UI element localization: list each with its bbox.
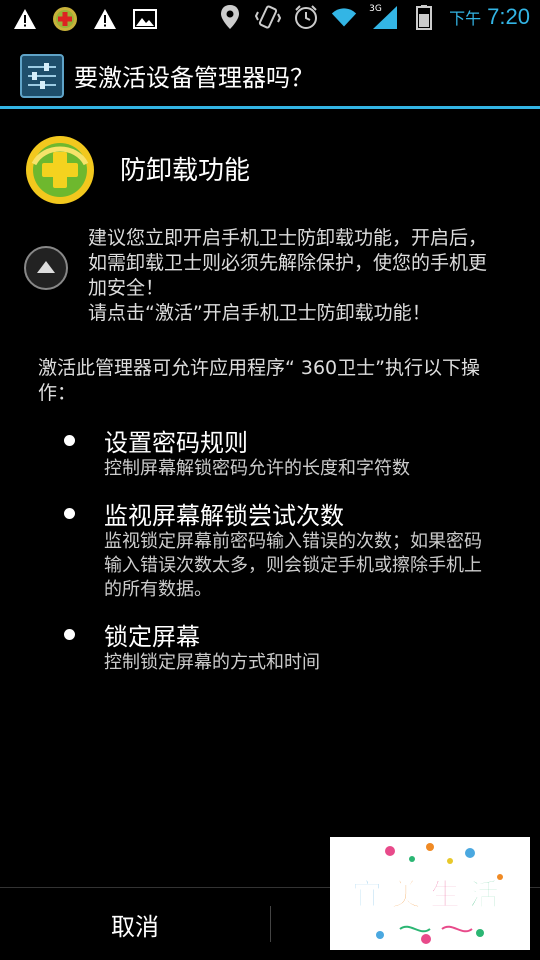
- vibrate-icon: [255, 4, 282, 30]
- policy-title: 监视屏幕解锁尝试次数: [104, 502, 344, 530]
- clock: 下午 7:20: [449, 4, 530, 30]
- policy-description: 控制屏幕解锁密码允许的长度和字符数: [104, 458, 410, 479]
- alarm-icon: [293, 4, 319, 30]
- wifi-icon: [331, 4, 357, 30]
- watermark-char: 活: [469, 878, 499, 913]
- dialog-title-bar: 要激活设备管理器吗？: [0, 38, 540, 107]
- watermark-char: 生: [430, 878, 460, 913]
- app-360-icon: [52, 6, 78, 32]
- battery-icon: [411, 4, 437, 30]
- watermark-char: 美: [391, 878, 421, 913]
- cancel-button[interactable]: 取消: [0, 888, 270, 960]
- device-admin-settings-icon: [20, 54, 64, 98]
- policy-title: 设置密码规则: [104, 429, 248, 457]
- permissions-intro: 激活此管理器可允许应用程序“ 360卫士”执行以下操作：: [38, 357, 480, 404]
- policy-description: 控制锁定屏幕的方式和时间: [104, 652, 320, 673]
- feature-title: 防卸载功能: [120, 156, 251, 186]
- advice-instruction: 请点击“激活”开启手机卫士防卸载功能！: [88, 302, 431, 324]
- warning-icon: [92, 6, 118, 32]
- dialog-title: 要激活设备管理器吗？: [74, 64, 314, 92]
- location-icon: [217, 4, 243, 30]
- advice-text: 建议您立即开启手机卫士防卸载功能，开启后，如需卸载卫士则必须先解除保护，使您的手…: [88, 227, 488, 299]
- status-bar: 3G 下午 7:20: [0, 0, 540, 38]
- network-type-label: 3G: [369, 4, 382, 14]
- watermark-logo: 宜 美 生 活: [330, 837, 530, 950]
- clock-time: 7:20: [487, 4, 530, 29]
- bullet-icon: [64, 508, 75, 519]
- 360-security-logo-icon: [24, 134, 96, 206]
- chevron-up-icon: [37, 260, 55, 273]
- warning-icon: [12, 6, 38, 32]
- bullet-icon: [64, 435, 75, 446]
- signal-icon: 3G: [369, 4, 399, 30]
- collapse-toggle-button[interactable]: [24, 246, 68, 290]
- clock-ampm: 下午: [449, 11, 482, 28]
- policy-title: 锁定屏幕: [104, 623, 200, 651]
- title-divider: [0, 106, 540, 109]
- policy-description: 监视锁定屏幕前密码输入错误的次数；如果密码输入错误次数太多，则会锁定手机或擦除手…: [104, 531, 482, 600]
- bullet-icon: [64, 629, 75, 640]
- image-icon: [132, 6, 158, 32]
- feature-advice: 建议您立即开启手机卫士防卸载功能，开启后，如需卸载卫士则必须先解除保护，使您的手…: [88, 226, 498, 326]
- watermark-char: 宜: [352, 878, 382, 913]
